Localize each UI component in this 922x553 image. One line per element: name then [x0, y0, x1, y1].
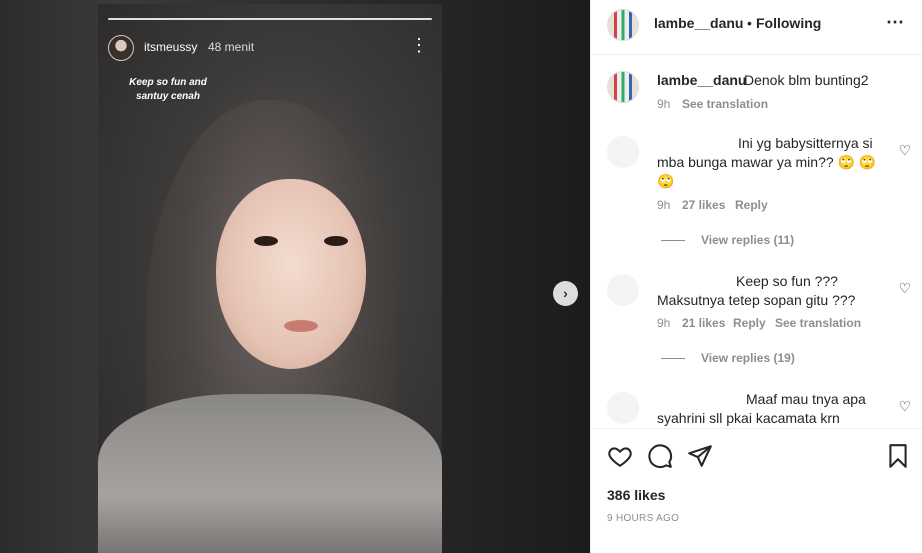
more-options-icon[interactable]: ⋯	[886, 12, 905, 33]
comment-text: Keep so fun ??? Maksutnya tetep sopan gi…	[657, 273, 856, 308]
comment-likes[interactable]: 21 likes	[682, 316, 725, 330]
save-bookmark-icon[interactable]	[885, 443, 911, 469]
comment-see-translation[interactable]: See translation	[775, 316, 861, 330]
comment-like-icon[interactable]: ♡	[898, 142, 911, 159]
photo-eye-right	[324, 236, 348, 246]
see-translation-link[interactable]: See translation	[682, 97, 768, 111]
view-replies-button[interactable]: View replies (11)	[661, 233, 794, 247]
comment-like-icon[interactable]: ♡	[898, 398, 911, 415]
comment-time[interactable]: 9h	[657, 198, 670, 212]
comments-list[interactable]: lambe__danu Denok blm bunting2 9h See tr…	[591, 56, 922, 428]
photo-shirt	[98, 394, 442, 553]
photo-face	[216, 179, 366, 369]
story-more-icon: ⋮	[410, 35, 428, 55]
share-paper-plane-icon[interactable]	[687, 443, 713, 469]
post-actions: 386 likes 9 HOURS AGO	[591, 428, 922, 553]
following-button[interactable]: Following	[756, 15, 821, 31]
caption-time[interactable]: 9h	[657, 97, 670, 111]
view-replies-button[interactable]: View replies (19)	[661, 351, 795, 365]
comment-time[interactable]: 9h	[657, 316, 670, 330]
comment-avatar[interactable]	[607, 274, 639, 306]
story-caption: Keep so fun and santuy cenah	[129, 77, 207, 102]
comment-avatar[interactable]	[607, 136, 639, 168]
comment-likes[interactable]: 27 likes	[682, 198, 725, 212]
story-time: 48 menit	[208, 40, 255, 54]
next-slide-button[interactable]: ›	[553, 281, 578, 306]
comment-avatar[interactable]	[607, 392, 639, 424]
author-avatar[interactable]	[607, 9, 639, 41]
comment-like-icon[interactable]: ♡	[898, 280, 911, 297]
likes-count[interactable]: 386 likes	[607, 487, 665, 503]
comment-text: Maaf mau tnya apa syahrini sll pkai kaca…	[657, 391, 866, 426]
post-timestamp[interactable]: 9 HOURS AGO	[607, 513, 679, 524]
story-progress-bar	[108, 18, 432, 20]
caption-username[interactable]: lambe__danu	[657, 72, 746, 88]
post-header: lambe__danu • Following ⋯	[591, 0, 922, 55]
comment-bubble-icon[interactable]	[647, 443, 673, 469]
caption-avatar[interactable]	[607, 71, 639, 103]
photo-mouth	[284, 320, 318, 332]
photo-eye-left	[254, 236, 278, 246]
comment-reply-button[interactable]: Reply	[735, 198, 768, 212]
story-screenshot: itsmeussy 48 menit ⋮ Keep so fun and san…	[98, 4, 442, 553]
author-username[interactable]: lambe__danu	[654, 15, 743, 31]
story-avatar	[108, 35, 134, 61]
post-media: itsmeussy 48 menit ⋮ Keep so fun and san…	[0, 0, 590, 553]
like-heart-icon[interactable]	[607, 443, 633, 469]
comment-text: Ini yg babysitternya si mba bunga mawar …	[657, 135, 877, 189]
separator-dot: •	[747, 15, 752, 31]
story-username: itsmeussy	[144, 40, 198, 54]
post-side-panel: lambe__danu • Following ⋯ lambe__danu De…	[590, 0, 922, 553]
comment-reply-button[interactable]: Reply	[733, 316, 766, 330]
caption-text: Denok blm bunting2	[744, 72, 869, 88]
